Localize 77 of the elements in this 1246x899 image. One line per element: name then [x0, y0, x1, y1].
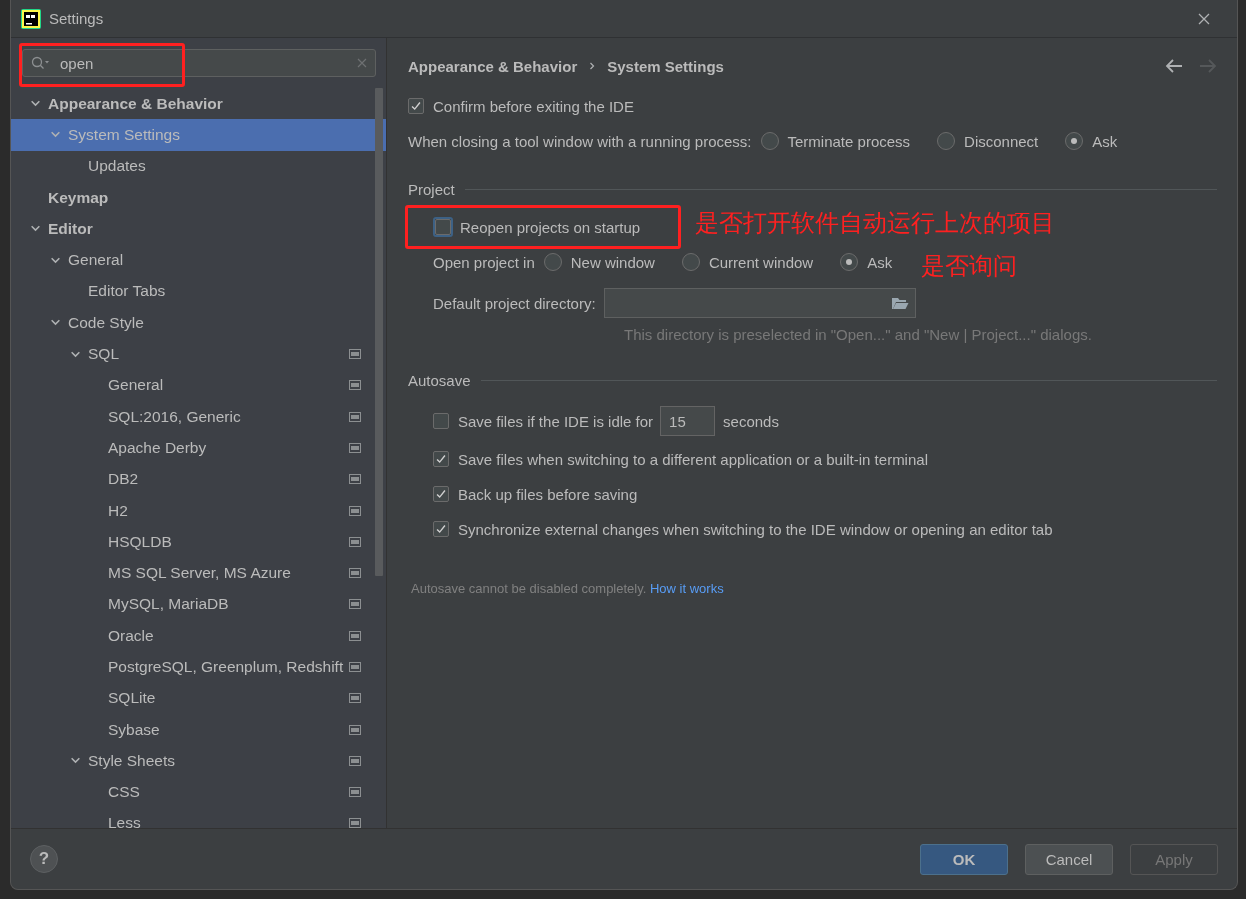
unit-label: seconds — [723, 412, 779, 430]
field-label: Default project directory: — [433, 294, 596, 312]
tree-item[interactable]: Apache Derby — [11, 432, 386, 464]
checkbox[interactable] — [433, 521, 449, 537]
radio-label: Disconnect — [964, 132, 1039, 150]
tree-item[interactable]: MySQL, MariaDB — [11, 588, 386, 621]
radio-label: Current window — [708, 253, 814, 271]
checkbox-label: Synchronize external changes when switching to the IDE window or opening an editor tab — [458, 520, 1053, 538]
section-title: Project — [408, 181, 455, 198]
app-logo-icon — [21, 8, 41, 29]
check-icon — [434, 522, 448, 536]
tree-item[interactable]: Code Style — [11, 307, 386, 339]
radio-button[interactable] — [681, 253, 700, 271]
tree-item[interactable]: General — [11, 244, 386, 276]
breadcrumb-item: System Settings — [607, 57, 724, 75]
tree-item[interactable]: DB2 — [11, 463, 386, 495]
check-icon — [434, 487, 448, 501]
tree-item[interactable]: H2 — [11, 494, 386, 527]
tree-item[interactable]: General — [11, 369, 386, 401]
note-text: Autosave cannot be disabled completely. — [411, 581, 647, 596]
tree-item[interactable]: Less — [11, 807, 386, 828]
tree-item[interactable]: Keymap — [11, 181, 386, 214]
radio-label: New window — [570, 253, 655, 271]
radio-button[interactable] — [840, 253, 859, 271]
tree-item[interactable]: MS SQL Server, MS Azure — [11, 557, 386, 589]
section-title: Autosave — [408, 372, 471, 389]
tree-item[interactable]: HSQLDB — [11, 526, 386, 558]
check-icon — [434, 452, 448, 466]
annotation-text: 是否询问 — [921, 251, 1017, 282]
folder-icon[interactable] — [890, 296, 909, 310]
checkbox-label: Back up files before saving — [458, 485, 638, 503]
close-icon[interactable] — [1198, 12, 1210, 25]
field-label: Open project in — [433, 253, 535, 271]
checkbox-label: Save files when switching to a different application or a built-in terminal — [458, 450, 928, 468]
radio-button[interactable] — [1065, 132, 1084, 150]
checkbox-label: Confirm before exiting the IDE — [433, 97, 634, 115]
radio-button[interactable] — [760, 132, 779, 150]
checkbox[interactable] — [433, 451, 449, 467]
breadcrumb-item: Appearance & Behavior — [408, 57, 578, 75]
tree-item[interactable]: Appearance & Behavior — [11, 88, 386, 120]
tree-item[interactable]: SQL — [11, 338, 386, 370]
tree-item[interactable]: Editor Tabs — [11, 275, 386, 308]
tree-item[interactable]: Style Sheets — [11, 745, 386, 777]
search-field[interactable]: open — [22, 49, 376, 77]
tree-item[interactable]: CSS — [11, 776, 386, 808]
annotation-text: 是否打开软件自动运行上次的项目 — [695, 208, 1055, 239]
checkbox-label: Reopen projects on startup — [460, 218, 641, 236]
chevron-icon — [589, 61, 596, 71]
checkbox[interactable] — [408, 98, 424, 114]
help-button[interactable]: ? — [30, 845, 58, 873]
tree-item[interactable]: Sybase — [11, 713, 386, 746]
tree-item[interactable]: Updates — [11, 150, 386, 182]
dialog-button[interactable]: OK — [920, 843, 1008, 875]
checkbox[interactable] — [433, 486, 449, 502]
seconds-field[interactable]: 15 — [660, 406, 716, 436]
tree-item[interactable]: PostgreSQL, Greenplum, Redshift — [11, 651, 386, 683]
radio-label: Ask — [1092, 132, 1118, 150]
search-icon — [31, 56, 51, 70]
tree-item[interactable]: Editor — [11, 213, 386, 245]
radio-button[interactable] — [543, 253, 562, 271]
help-link[interactable]: How it works — [650, 581, 724, 596]
field-label: When closing a tool window with a running process: — [408, 132, 752, 150]
hint-text: This directory is preselected in "Open..." and "New | Project..." dialogs. — [624, 326, 1093, 343]
radio-button[interactable] — [937, 132, 956, 150]
radio-label: Ask — [867, 253, 893, 271]
tree-item[interactable]: SQL:2016, Generic — [11, 400, 386, 433]
tree-item[interactable]: Oracle — [11, 620, 386, 652]
directory-field[interactable] — [603, 288, 916, 318]
check-icon — [409, 99, 423, 113]
radio-label: Terminate process — [787, 132, 911, 150]
checkbox[interactable] — [433, 413, 449, 429]
back-arrow-icon[interactable] — [1165, 59, 1183, 73]
tree-item[interactable]: SQLite — [11, 682, 386, 714]
checkbox-label: Save files if the IDE is idle for — [458, 412, 654, 430]
scrollbar[interactable] — [375, 88, 383, 576]
dialog-button[interactable]: Cancel — [1025, 843, 1113, 875]
window-title: Settings — [49, 10, 104, 27]
